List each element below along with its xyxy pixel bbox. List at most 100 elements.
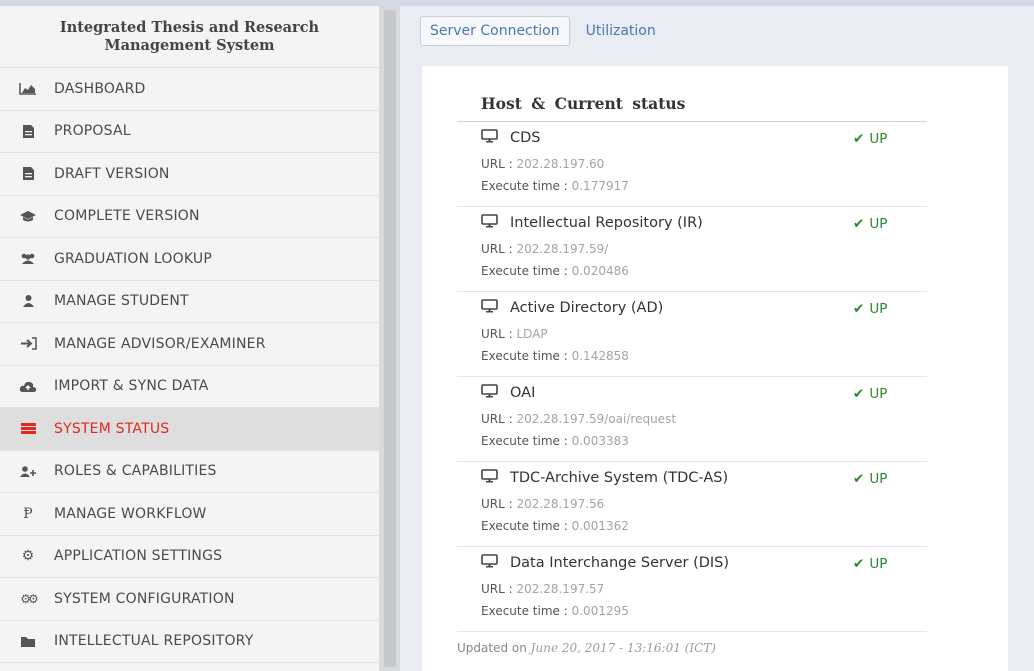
sidebar-scrollbar[interactable] xyxy=(380,6,400,671)
host-row: Data Interchange Server (DIS) ✔ UP URL : 20… xyxy=(457,547,927,632)
updated-prefix: Updated on xyxy=(457,641,527,655)
sidebar-item-application-settings[interactable]: ⚙ APPLICATION SETTINGS xyxy=(0,536,379,578)
exec-label: Execute time : xyxy=(481,519,568,533)
host-url: URL : 202.28.197.59/oai/request xyxy=(481,412,927,426)
sidebar-item-label: APPLICATION SETTINGS xyxy=(54,548,223,565)
app-title: Integrated Thesis and Research Managemen… xyxy=(0,6,379,68)
sidebar-item-label: GRADUATION LOOKUP xyxy=(54,250,212,267)
host-exec-time: Execute time : 0.003383 xyxy=(481,434,927,448)
sidebar-item-label: PROPOSAL xyxy=(54,123,131,140)
host-name: Data Interchange Server (DIS) xyxy=(510,555,730,571)
status-badge: ✔ UP xyxy=(853,216,887,232)
tab-server-connection[interactable]: Server Connection xyxy=(420,16,570,46)
status-text: UP xyxy=(869,386,888,402)
host-exec-time: Execute time : 0.001295 xyxy=(481,604,927,618)
url-label: URL : xyxy=(481,327,513,341)
url-label: URL : xyxy=(481,242,513,256)
host-url: URL : 202.28.197.60 xyxy=(481,157,927,171)
status-badge: ✔ UP xyxy=(853,386,887,402)
tab-bar: Server Connection Utilization xyxy=(400,6,1034,56)
sidebar-item-import-sync-data[interactable]: IMPORT & SYNC DATA xyxy=(0,366,379,408)
url-label: URL : xyxy=(481,497,513,511)
tab-utilization[interactable]: Utilization xyxy=(576,16,666,46)
url-value: 202.28.197.59/oai/request xyxy=(516,412,677,426)
document-icon xyxy=(18,123,38,139)
check-icon: ✔ xyxy=(853,386,865,402)
host-exec-time: Execute time : 0.177917 xyxy=(481,179,927,193)
sidebar-item-draft-version[interactable]: DRAFT VERSION xyxy=(0,153,379,196)
scrollbar-thumb[interactable] xyxy=(384,10,396,667)
updated-note: Updated on June 20, 2017 - 13:16:01 (ICT… xyxy=(457,632,927,655)
exec-value: 0.001295 xyxy=(571,604,629,618)
status-badge: ✔ UP xyxy=(853,471,887,487)
updated-timestamp: June 20, 2017 - 13:16:01 (ICT) xyxy=(530,641,716,655)
sidebar-item-label: DRAFT VERSION xyxy=(54,165,170,182)
host-name: Active Directory (AD) xyxy=(510,300,664,316)
monitor-icon xyxy=(481,299,510,317)
host-url: URL : 202.28.197.56 xyxy=(481,497,927,511)
gear-icon: ⚙ xyxy=(21,548,35,565)
url-label: URL : xyxy=(481,157,513,171)
sidebar-item-system-status[interactable]: SYSTEM STATUS xyxy=(0,408,379,451)
sidebar-item-system-configuration[interactable]: ⚙⚙ SYSTEM CONFIGURATION xyxy=(0,578,379,621)
host-name: TDC-Archive System (TDC-AS) xyxy=(510,470,729,486)
url-label: URL : xyxy=(481,582,513,596)
sidebar-item-label: DASHBOARD xyxy=(54,80,146,97)
host-name: CDS xyxy=(510,130,541,146)
sidebar-item-label: MANAGE ADVISOR/EXAMINER xyxy=(54,335,266,352)
status-badge: ✔ UP xyxy=(853,301,887,317)
host-url: URL : LDAP xyxy=(481,327,927,341)
sidebar-item-intellectual-repository[interactable]: INTELLECTUAL REPOSITORY xyxy=(0,621,379,663)
url-value: LDAP xyxy=(516,327,548,341)
check-icon: ✔ xyxy=(853,556,865,572)
host-name: Intellectual Repository (IR) xyxy=(510,215,703,231)
sidebar-item-dashboard[interactable]: DASHBOARD xyxy=(0,68,379,111)
status-text: UP xyxy=(869,301,888,317)
monitor-icon xyxy=(481,384,510,402)
main-content: Server Connection Utilization Host & Cur… xyxy=(400,6,1034,671)
area-chart-icon xyxy=(18,81,38,97)
sidebar: Integrated Thesis and Research Managemen… xyxy=(0,6,380,671)
sidebar-item-label: IMPORT & SYNC DATA xyxy=(54,378,209,395)
status-text: UP xyxy=(869,556,888,572)
gears-icon: ⚙⚙ xyxy=(20,591,38,606)
sidebar-item-label: SYSTEM STATUS xyxy=(54,420,170,437)
sidebar-item-label: SYSTEM CONFIGURATION xyxy=(54,590,235,607)
status-badge: ✔ UP xyxy=(853,131,887,147)
sidebar-item-graduation-lookup[interactable]: GRADUATION LOOKUP xyxy=(0,238,379,281)
check-icon: ✔ xyxy=(853,301,865,317)
code-fork-icon: Ᵽ xyxy=(23,505,33,522)
sidebar-item-label: INTELLECTUAL REPOSITORY xyxy=(54,633,254,650)
sidebar-item-roles-capabilities[interactable]: ROLES & CAPABILITIES xyxy=(0,451,379,493)
sidebar-item-complete-version[interactable]: COMPLETE VERSION xyxy=(0,196,379,238)
sidebar-item-manage-student[interactable]: MANAGE STUDENT xyxy=(0,281,379,323)
host-row: OAI ✔ UP URL : 202.28.197.59/oai/request Exe… xyxy=(457,377,927,462)
exec-value: 0.177917 xyxy=(571,179,629,193)
users-icon xyxy=(18,251,38,267)
server-icon xyxy=(18,421,38,437)
host-row: Intellectual Repository (IR) ✔ UP URL : 202… xyxy=(457,207,927,292)
check-icon: ✔ xyxy=(853,471,865,487)
host-row: Active Directory (AD) ✔ UP URL : LDAP Execut… xyxy=(457,292,927,377)
status-text: UP xyxy=(869,131,888,147)
folder-icon xyxy=(18,633,38,649)
monitor-icon xyxy=(481,469,510,487)
sidebar-item-proposal[interactable]: PROPOSAL xyxy=(0,111,379,153)
status-panel: Host & Current status CDS ✔ UP URL : 202.28… xyxy=(422,66,1008,671)
exec-value: 0.142858 xyxy=(571,349,629,363)
exec-value: 0.020486 xyxy=(571,264,629,278)
sidebar-item-label: COMPLETE VERSION xyxy=(54,208,200,225)
sidebar-item-label: ROLES & CAPABILITIES xyxy=(54,463,217,480)
sidebar-item-manage-workflow[interactable]: Ᵽ MANAGE WORKFLOW xyxy=(0,493,379,536)
host-row: CDS ✔ UP URL : 202.28.197.60 Execute time : … xyxy=(457,122,927,207)
sign-in-icon xyxy=(18,336,38,352)
host-exec-time: Execute time : 0.142858 xyxy=(481,349,927,363)
exec-value: 0.001362 xyxy=(571,519,629,533)
check-icon: ✔ xyxy=(853,131,865,147)
sidebar-item-manage-advisor-examiner[interactable]: MANAGE ADVISOR/EXAMINER xyxy=(0,323,379,366)
exec-label: Execute time : xyxy=(481,349,568,363)
status-badge: ✔ UP xyxy=(853,556,887,572)
monitor-icon xyxy=(481,554,510,572)
status-text: UP xyxy=(869,471,888,487)
url-value: 202.28.197.57 xyxy=(516,582,605,596)
